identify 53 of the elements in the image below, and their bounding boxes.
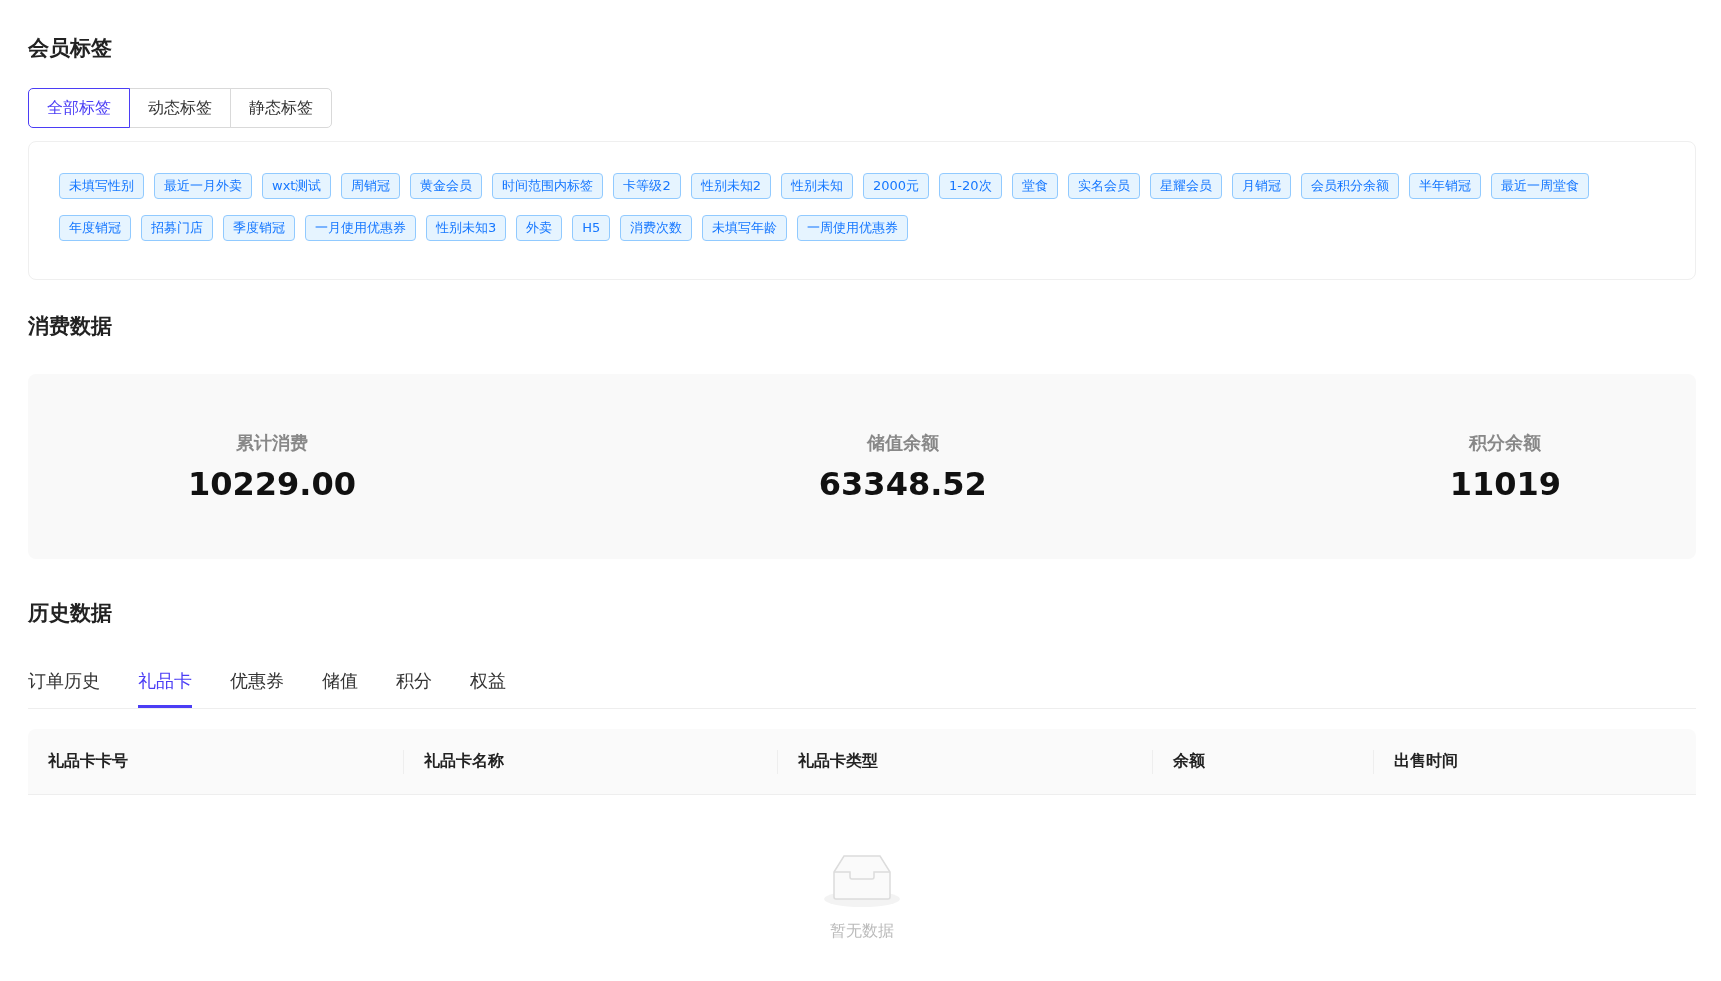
section-title: 消费数据 (28, 313, 113, 340)
tag: 卡等级2 (613, 173, 681, 199)
tag: H5 (572, 215, 611, 241)
tag: 性别未知3 (426, 215, 507, 241)
tag: 周销冠 (341, 173, 401, 199)
column-header: 礼品卡卡号 (48, 751, 128, 772)
tag: 未填写年龄 (702, 215, 788, 241)
tag: 未填写性别 (59, 173, 144, 199)
tag: 半年销冠 (1408, 173, 1481, 199)
tag: 最近一周堂食 (1490, 173, 1589, 199)
stat-value: 11019 (1449, 464, 1561, 503)
tag: 一月使用优惠券 (305, 215, 416, 241)
empty-inbox-icon (824, 855, 900, 907)
stat-value: 63348.52 (818, 464, 987, 503)
tag: 年度销冠 (59, 215, 131, 241)
filter-tab[interactable]: 静态标签 (230, 88, 332, 128)
tab[interactable]: 储值 (322, 669, 358, 708)
tab[interactable]: 礼品卡 (138, 669, 192, 708)
empty-text: 暂无数据 (830, 921, 894, 942)
tag: 时间范围内标签 (492, 173, 604, 199)
tag: 性别未知 (781, 173, 853, 199)
stat-label: 积分余额 (1469, 430, 1542, 455)
tag: 会员积分余额 (1300, 173, 1399, 199)
tag: 2000元 (863, 173, 930, 199)
tag: 招募门店 (141, 215, 213, 241)
tag: 实名会员 (1067, 173, 1140, 199)
stat-value: 10229.00 (188, 464, 356, 503)
tab[interactable]: 优惠券 (230, 669, 284, 708)
tag: wxt测试 (262, 173, 332, 199)
tag: 季度销冠 (223, 215, 295, 241)
tag: 星耀会员 (1149, 173, 1222, 199)
tag: 黄金会员 (410, 173, 483, 199)
column-header: 礼品卡名称 (424, 751, 504, 772)
tag: 性别未知2 (690, 173, 771, 199)
tab[interactable]: 权益 (470, 669, 506, 708)
filter-tab[interactable]: 全部标签 (28, 88, 130, 128)
stat-label: 储值余额 (866, 430, 939, 455)
tag: 消费次数 (620, 215, 693, 241)
tag: 外卖 (516, 215, 563, 241)
tag: 月销冠 (1231, 173, 1291, 199)
stat-label: 累计消费 (236, 430, 308, 455)
column-header: 余额 (1173, 751, 1205, 772)
section-title: 会员标签 (28, 35, 113, 62)
tab[interactable]: 积分 (396, 669, 432, 708)
tag: 堂食 (1011, 173, 1058, 199)
tag: 1-20次 (939, 173, 1002, 199)
section-title: 历史数据 (28, 600, 113, 627)
tag: 一周使用优惠券 (797, 215, 909, 241)
column-header: 礼品卡类型 (798, 751, 878, 772)
column-header: 出售时间 (1394, 751, 1458, 772)
tab[interactable]: 订单历史 (28, 669, 100, 708)
tag: 最近一月外卖 (154, 173, 252, 199)
filter-tab[interactable]: 动态标签 (129, 88, 231, 128)
